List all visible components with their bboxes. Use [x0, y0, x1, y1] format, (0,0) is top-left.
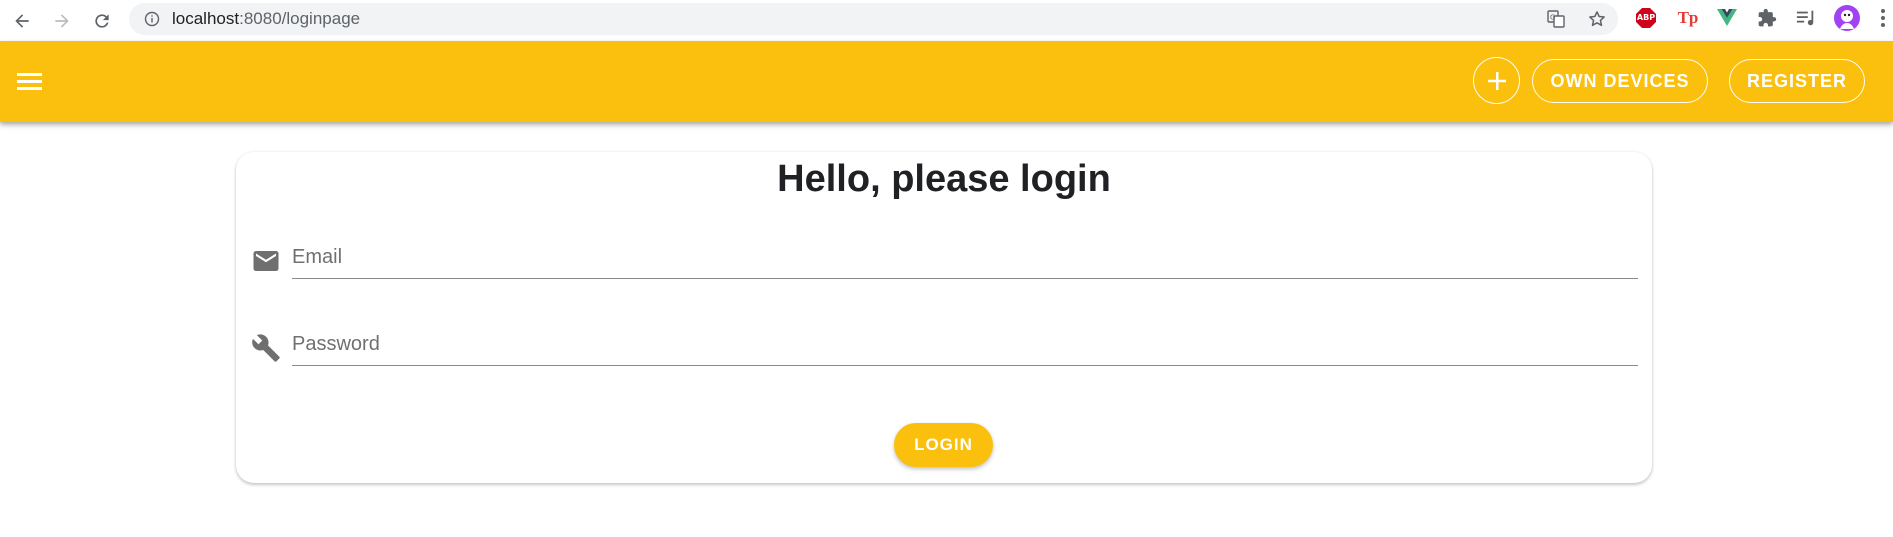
reload-icon — [95, 14, 109, 28]
password-field[interactable] — [292, 323, 1638, 366]
url-text: localhost:8080/loginpage — [172, 3, 360, 35]
page-title: Hello, please login — [777, 158, 1111, 200]
email-input[interactable] — [292, 236, 1638, 278]
arrow-left-icon — [15, 14, 29, 28]
extensions-button[interactable] — [1756, 7, 1778, 29]
login-card: Hello, please login LOGIN — [236, 152, 1652, 483]
own-devices-button[interactable]: OWN DEVICES — [1532, 59, 1708, 103]
arrow-right-icon — [55, 14, 69, 28]
vue-devtools-extension[interactable] — [1716, 7, 1738, 29]
info-icon — [144, 11, 160, 27]
app-bar: OWN DEVICES REGISTER — [0, 41, 1893, 122]
forward-button[interactable] — [47, 6, 77, 36]
vue-icon — [1717, 9, 1737, 26]
url-path: :8080/loginpage — [239, 9, 361, 28]
menu-icon — [17, 73, 42, 90]
password-input[interactable] — [292, 323, 1638, 365]
plus-icon — [1487, 71, 1506, 90]
url-host: localhost — [172, 9, 240, 28]
reading-list-icon — [1796, 10, 1814, 26]
address-bar[interactable]: localhost:8080/loginpage G — [129, 3, 1618, 35]
svg-text:G: G — [1550, 14, 1555, 22]
email-icon — [253, 251, 279, 271]
login-button[interactable]: LOGIN — [894, 423, 993, 467]
puzzle-icon — [1758, 8, 1777, 27]
add-button[interactable] — [1473, 57, 1520, 104]
translate-icon[interactable]: G — [1546, 9, 1566, 29]
more-menu-button[interactable] — [1876, 7, 1890, 29]
tp-label: Tp — [1677, 8, 1699, 27]
adblock-label: ABP — [1636, 13, 1656, 22]
profile-button[interactable] — [1834, 5, 1860, 31]
browser-toolbar: localhost:8080/loginpage G ABP Tp — [0, 0, 1893, 42]
adblock-extension[interactable]: ABP — [1635, 7, 1657, 29]
reading-list-button[interactable] — [1795, 7, 1817, 29]
more-vert-icon — [1881, 9, 1885, 27]
reload-button[interactable] — [87, 6, 117, 36]
star-icon[interactable] — [1587, 9, 1607, 29]
back-button[interactable] — [7, 6, 37, 36]
tp-extension[interactable]: Tp — [1677, 7, 1699, 29]
register-button[interactable]: REGISTER — [1729, 59, 1865, 103]
menu-button[interactable] — [16, 69, 44, 93]
avatar-icon — [1834, 5, 1860, 31]
wrench-icon — [252, 334, 280, 362]
email-field[interactable] — [292, 236, 1638, 279]
